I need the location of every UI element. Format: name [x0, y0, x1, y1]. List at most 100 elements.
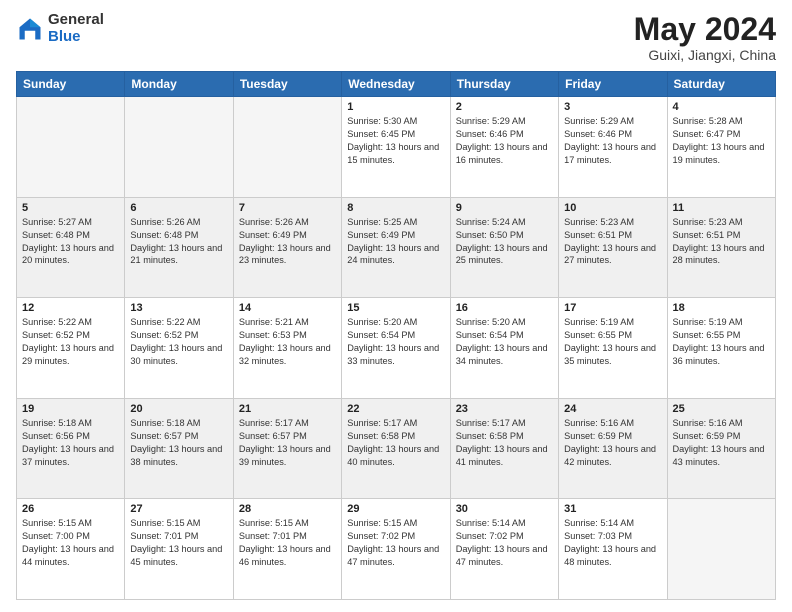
table-row: 26 Sunrise: 5:15 AM Sunset: 7:00 PM Dayli…	[17, 499, 125, 600]
page: General Blue May 2024 Guixi, Jiangxi, Ch…	[0, 0, 792, 612]
header-thursday: Thursday	[450, 72, 558, 97]
header-friday: Friday	[559, 72, 667, 97]
table-row: 24 Sunrise: 5:16 AM Sunset: 6:59 PM Dayli…	[559, 398, 667, 499]
day-info: Sunrise: 5:17 AM Sunset: 6:58 PM Dayligh…	[456, 417, 553, 469]
table-row	[667, 499, 775, 600]
day-number: 23	[456, 403, 553, 415]
table-row: 3 Sunrise: 5:29 AM Sunset: 6:46 PM Daylig…	[559, 97, 667, 198]
day-number: 20	[130, 403, 227, 415]
day-number: 22	[347, 403, 444, 415]
main-title: May 2024	[634, 12, 776, 47]
table-row: 19 Sunrise: 5:18 AM Sunset: 6:56 PM Dayli…	[17, 398, 125, 499]
table-row: 1Sunrise: 5:30 AM Sunset: 6:45 PM Daylig…	[342, 97, 450, 198]
header: General Blue May 2024 Guixi, Jiangxi, Ch…	[16, 12, 776, 63]
day-info: Sunrise: 5:15 AM Sunset: 7:01 PM Dayligh…	[130, 517, 227, 569]
day-info: Sunrise: 5:14 AM Sunset: 7:03 PM Dayligh…	[564, 517, 661, 569]
table-row: 11Sunrise: 5:23 AM Sunset: 6:51 PM Dayli…	[667, 197, 775, 298]
day-number: 30	[456, 503, 553, 515]
logo: General Blue	[16, 12, 104, 45]
day-number: 13	[130, 302, 227, 314]
day-number: 19	[22, 403, 119, 415]
table-row: 6 Sunrise: 5:26 AM Sunset: 6:48 PM Daylig…	[125, 197, 233, 298]
table-row: 5Sunrise: 5:27 AM Sunset: 6:48 PM Daylig…	[17, 197, 125, 298]
subtitle: Guixi, Jiangxi, China	[634, 47, 776, 63]
table-row: 13 Sunrise: 5:22 AM Sunset: 6:52 PM Dayli…	[125, 298, 233, 399]
day-info: Sunrise: 5:15 AM Sunset: 7:02 PM Dayligh…	[347, 517, 444, 569]
day-info: Sunrise: 5:23 AM Sunset: 6:51 PM Dayligh…	[564, 216, 661, 268]
table-row: 15Sunrise: 5:20 AM Sunset: 6:54 PM Dayli…	[342, 298, 450, 399]
table-row	[17, 97, 125, 198]
day-number: 14	[239, 302, 336, 314]
table-row	[125, 97, 233, 198]
table-row: 22 Sunrise: 5:17 AM Sunset: 6:58 PM Dayli…	[342, 398, 450, 499]
day-info: Sunrise: 5:26 AM Sunset: 6:49 PM Dayligh…	[239, 216, 336, 268]
day-number: 31	[564, 503, 661, 515]
table-row: 8Sunrise: 5:25 AM Sunset: 6:49 PM Daylig…	[342, 197, 450, 298]
day-info: Sunrise: 5:15 AM Sunset: 7:00 PM Dayligh…	[22, 517, 119, 569]
table-row	[233, 97, 341, 198]
table-row: 31 Sunrise: 5:14 AM Sunset: 7:03 PM Dayli…	[559, 499, 667, 600]
day-info: Sunrise: 5:18 AM Sunset: 6:56 PM Dayligh…	[22, 417, 119, 469]
table-row: 27 Sunrise: 5:15 AM Sunset: 7:01 PM Dayli…	[125, 499, 233, 600]
day-info: Sunrise: 5:17 AM Sunset: 6:58 PM Dayligh…	[347, 417, 444, 469]
table-row: 20 Sunrise: 5:18 AM Sunset: 6:57 PM Dayli…	[125, 398, 233, 499]
day-number: 10	[564, 202, 661, 214]
logo-general-label: General	[48, 12, 104, 29]
day-number: 3	[564, 101, 661, 113]
calendar-week-row: 19 Sunrise: 5:18 AM Sunset: 6:56 PM Dayli…	[17, 398, 776, 499]
day-info: Sunrise: 5:26 AM Sunset: 6:48 PM Dayligh…	[130, 216, 227, 268]
calendar-week-row: 1Sunrise: 5:30 AM Sunset: 6:45 PM Daylig…	[17, 97, 776, 198]
day-info: Sunrise: 5:28 AM Sunset: 6:47 PM Dayligh…	[673, 115, 770, 167]
day-number: 29	[347, 503, 444, 515]
header-saturday: Saturday	[667, 72, 775, 97]
table-row: 12 Sunrise: 5:22 AM Sunset: 6:52 PM Dayli…	[17, 298, 125, 399]
day-number: 27	[130, 503, 227, 515]
day-number: 17	[564, 302, 661, 314]
day-number: 2	[456, 101, 553, 113]
table-row: 18Sunrise: 5:19 AM Sunset: 6:55 PM Dayli…	[667, 298, 775, 399]
day-info: Sunrise: 5:16 AM Sunset: 6:59 PM Dayligh…	[673, 417, 770, 469]
table-row: 23 Sunrise: 5:17 AM Sunset: 6:58 PM Dayli…	[450, 398, 558, 499]
table-row: 14 Sunrise: 5:21 AM Sunset: 6:53 PM Dayli…	[233, 298, 341, 399]
day-info: Sunrise: 5:27 AM Sunset: 6:48 PM Dayligh…	[22, 216, 119, 268]
day-number: 12	[22, 302, 119, 314]
day-number: 26	[22, 503, 119, 515]
day-info: Sunrise: 5:20 AM Sunset: 6:54 PM Dayligh…	[347, 316, 444, 368]
day-info: Sunrise: 5:24 AM Sunset: 6:50 PM Dayligh…	[456, 216, 553, 268]
day-number: 11	[673, 202, 770, 214]
day-number: 7	[239, 202, 336, 214]
day-number: 25	[673, 403, 770, 415]
table-row: 17Sunrise: 5:19 AM Sunset: 6:55 PM Dayli…	[559, 298, 667, 399]
day-number: 24	[564, 403, 661, 415]
logo-icon	[16, 15, 44, 43]
day-number: 1	[347, 101, 444, 113]
day-info: Sunrise: 5:25 AM Sunset: 6:49 PM Dayligh…	[347, 216, 444, 268]
day-info: Sunrise: 5:19 AM Sunset: 6:55 PM Dayligh…	[673, 316, 770, 368]
table-row: 28Sunrise: 5:15 AM Sunset: 7:01 PM Dayli…	[233, 499, 341, 600]
header-tuesday: Tuesday	[233, 72, 341, 97]
day-info: Sunrise: 5:21 AM Sunset: 6:53 PM Dayligh…	[239, 316, 336, 368]
day-info: Sunrise: 5:20 AM Sunset: 6:54 PM Dayligh…	[456, 316, 553, 368]
day-info: Sunrise: 5:16 AM Sunset: 6:59 PM Dayligh…	[564, 417, 661, 469]
day-number: 4	[673, 101, 770, 113]
day-number: 6	[130, 202, 227, 214]
title-block: May 2024 Guixi, Jiangxi, China	[634, 12, 776, 63]
day-info: Sunrise: 5:14 AM Sunset: 7:02 PM Dayligh…	[456, 517, 553, 569]
table-row: 10 Sunrise: 5:23 AM Sunset: 6:51 PM Dayli…	[559, 197, 667, 298]
logo-text: General Blue	[48, 12, 104, 45]
day-info: Sunrise: 5:18 AM Sunset: 6:57 PM Dayligh…	[130, 417, 227, 469]
day-info: Sunrise: 5:22 AM Sunset: 6:52 PM Dayligh…	[22, 316, 119, 368]
table-row: 21Sunrise: 5:17 AM Sunset: 6:57 PM Dayli…	[233, 398, 341, 499]
calendar-week-row: 12 Sunrise: 5:22 AM Sunset: 6:52 PM Dayli…	[17, 298, 776, 399]
day-info: Sunrise: 5:29 AM Sunset: 6:46 PM Dayligh…	[456, 115, 553, 167]
table-row: 16Sunrise: 5:20 AM Sunset: 6:54 PM Dayli…	[450, 298, 558, 399]
day-info: Sunrise: 5:29 AM Sunset: 6:46 PM Dayligh…	[564, 115, 661, 167]
table-row: 9 Sunrise: 5:24 AM Sunset: 6:50 PM Daylig…	[450, 197, 558, 298]
header-wednesday: Wednesday	[342, 72, 450, 97]
day-number: 9	[456, 202, 553, 214]
day-number: 21	[239, 403, 336, 415]
table-row: 2 Sunrise: 5:29 AM Sunset: 6:46 PM Daylig…	[450, 97, 558, 198]
table-row: 7 Sunrise: 5:26 AM Sunset: 6:49 PM Daylig…	[233, 197, 341, 298]
table-row: 29 Sunrise: 5:15 AM Sunset: 7:02 PM Dayli…	[342, 499, 450, 600]
day-info: Sunrise: 5:22 AM Sunset: 6:52 PM Dayligh…	[130, 316, 227, 368]
